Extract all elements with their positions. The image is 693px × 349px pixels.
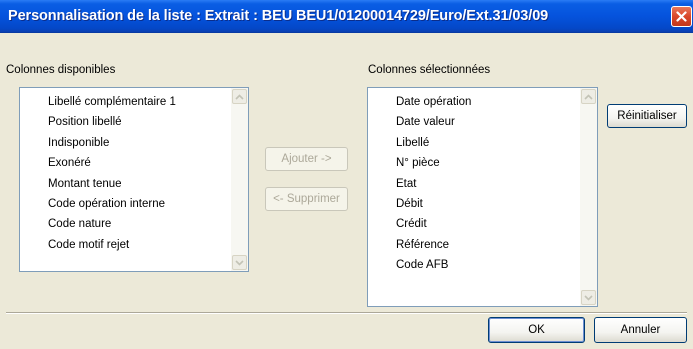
list-item[interactable]: Libellé — [368, 133, 580, 153]
title-bar: Personnalisation de la liste : Extrait :… — [0, 0, 693, 33]
list-item[interactable]: Débit — [368, 194, 580, 214]
scroll-up-button[interactable] — [232, 89, 247, 104]
list-item[interactable]: Code motif rejet — [20, 235, 231, 255]
list-item[interactable]: Exonéré — [20, 153, 231, 173]
add-button[interactable]: Ajouter -> — [265, 147, 348, 171]
reset-button[interactable]: Réinitialiser — [607, 104, 687, 128]
available-columns-list[interactable]: Libellé complémentaire 1 Position libellé… — [19, 87, 249, 272]
list-item[interactable]: Date opération — [368, 92, 580, 112]
scroll-down-button[interactable] — [581, 290, 596, 305]
chevron-up-icon — [235, 93, 244, 100]
scroll-down-button[interactable] — [232, 255, 247, 270]
list-item[interactable]: Code nature — [20, 214, 231, 234]
selected-columns-label: Colonnes sélectionnées — [368, 64, 491, 76]
list-item[interactable]: Date valeur — [368, 112, 580, 132]
available-columns-label: Colonnes disponibles — [6, 64, 116, 76]
remove-button[interactable]: <- Supprimer — [265, 187, 348, 211]
selected-scrollbar[interactable] — [580, 88, 597, 306]
cancel-button[interactable]: Annuler — [594, 317, 687, 343]
list-item[interactable]: Etat — [368, 174, 580, 194]
list-item[interactable]: N° pièce — [368, 153, 580, 173]
window-title: Personnalisation de la liste : Extrait :… — [8, 8, 549, 24]
scroll-up-button[interactable] — [581, 89, 596, 104]
list-item[interactable]: Indisponible — [20, 133, 231, 153]
dialog-body: Colonnes disponibles Libellé complémenta… — [6, 33, 687, 349]
chevron-down-icon — [235, 259, 244, 266]
chevron-down-icon — [584, 294, 593, 301]
list-item[interactable]: Libellé complémentaire 1 — [20, 92, 231, 112]
selected-columns-list[interactable]: Date opération Date valeur Libellé N° pièce… — [367, 87, 598, 307]
list-item[interactable]: Montant tenue — [20, 174, 231, 194]
list-item[interactable]: Référence — [368, 235, 580, 255]
list-item[interactable]: Code AFB — [368, 255, 580, 275]
chevron-up-icon — [584, 93, 593, 100]
ok-button[interactable]: OK — [488, 317, 585, 343]
separator — [6, 312, 687, 314]
available-scrollbar[interactable] — [231, 88, 248, 271]
close-icon — [676, 11, 687, 22]
list-item[interactable]: Code opération interne — [20, 194, 231, 214]
list-item[interactable]: Crédit — [368, 214, 580, 234]
close-button[interactable] — [671, 6, 692, 27]
list-item[interactable]: Position libellé — [20, 112, 231, 132]
